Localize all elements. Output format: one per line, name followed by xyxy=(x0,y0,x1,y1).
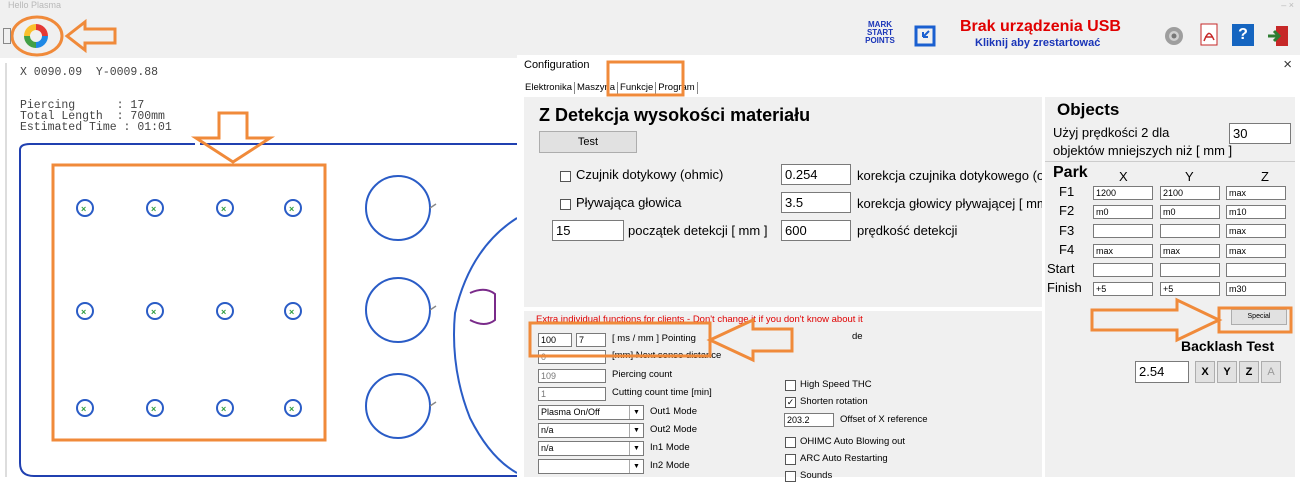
svg-text:×: × xyxy=(81,307,86,317)
config-annotations xyxy=(528,60,1293,363)
configuration-dialog: Configuration × Elektronika Maszyna Funkcj… xyxy=(517,55,1300,482)
svg-text:×: × xyxy=(151,307,156,317)
svg-text:×: × xyxy=(221,204,226,214)
exit-icon[interactable] xyxy=(1266,24,1290,48)
cut-path-drawing: × × × × × × × × × × × × xyxy=(5,63,517,477)
annotation-arrow-refresh xyxy=(10,15,117,57)
svg-text:×: × xyxy=(151,404,156,414)
drawing-area[interactable]: X 0090.09 Y-0009.88 Piercing : 17 Total … xyxy=(0,58,518,477)
window-controls[interactable]: – × xyxy=(1281,0,1294,10)
help-icon[interactable]: ? xyxy=(1232,24,1254,46)
ruler-marker xyxy=(3,28,11,44)
svg-text:×: × xyxy=(289,307,294,317)
svg-text:×: × xyxy=(289,404,294,414)
svg-text:×: × xyxy=(221,307,226,317)
svg-text:×: × xyxy=(81,204,86,214)
pdf-icon[interactable] xyxy=(1198,23,1220,47)
usb-restart-link[interactable]: Kliknij aby zrestartować xyxy=(975,37,1100,49)
return-arrow-icon[interactable] xyxy=(914,25,936,47)
svg-text:×: × xyxy=(81,404,86,414)
svg-text:×: × xyxy=(221,404,226,414)
toolbar: Hello Plasma – × MARK START POINTS Brak … xyxy=(0,0,1300,59)
annotation-arrow-down xyxy=(190,111,276,164)
holes-grid xyxy=(76,199,302,417)
mark-start-points-button[interactable]: MARK START POINTS xyxy=(862,21,898,45)
usb-status-text: Brak urządzenia USB xyxy=(960,18,1121,35)
svg-text:×: × xyxy=(289,204,294,214)
gear-icon[interactable] xyxy=(1163,25,1185,47)
svg-text:×: × xyxy=(151,204,156,214)
